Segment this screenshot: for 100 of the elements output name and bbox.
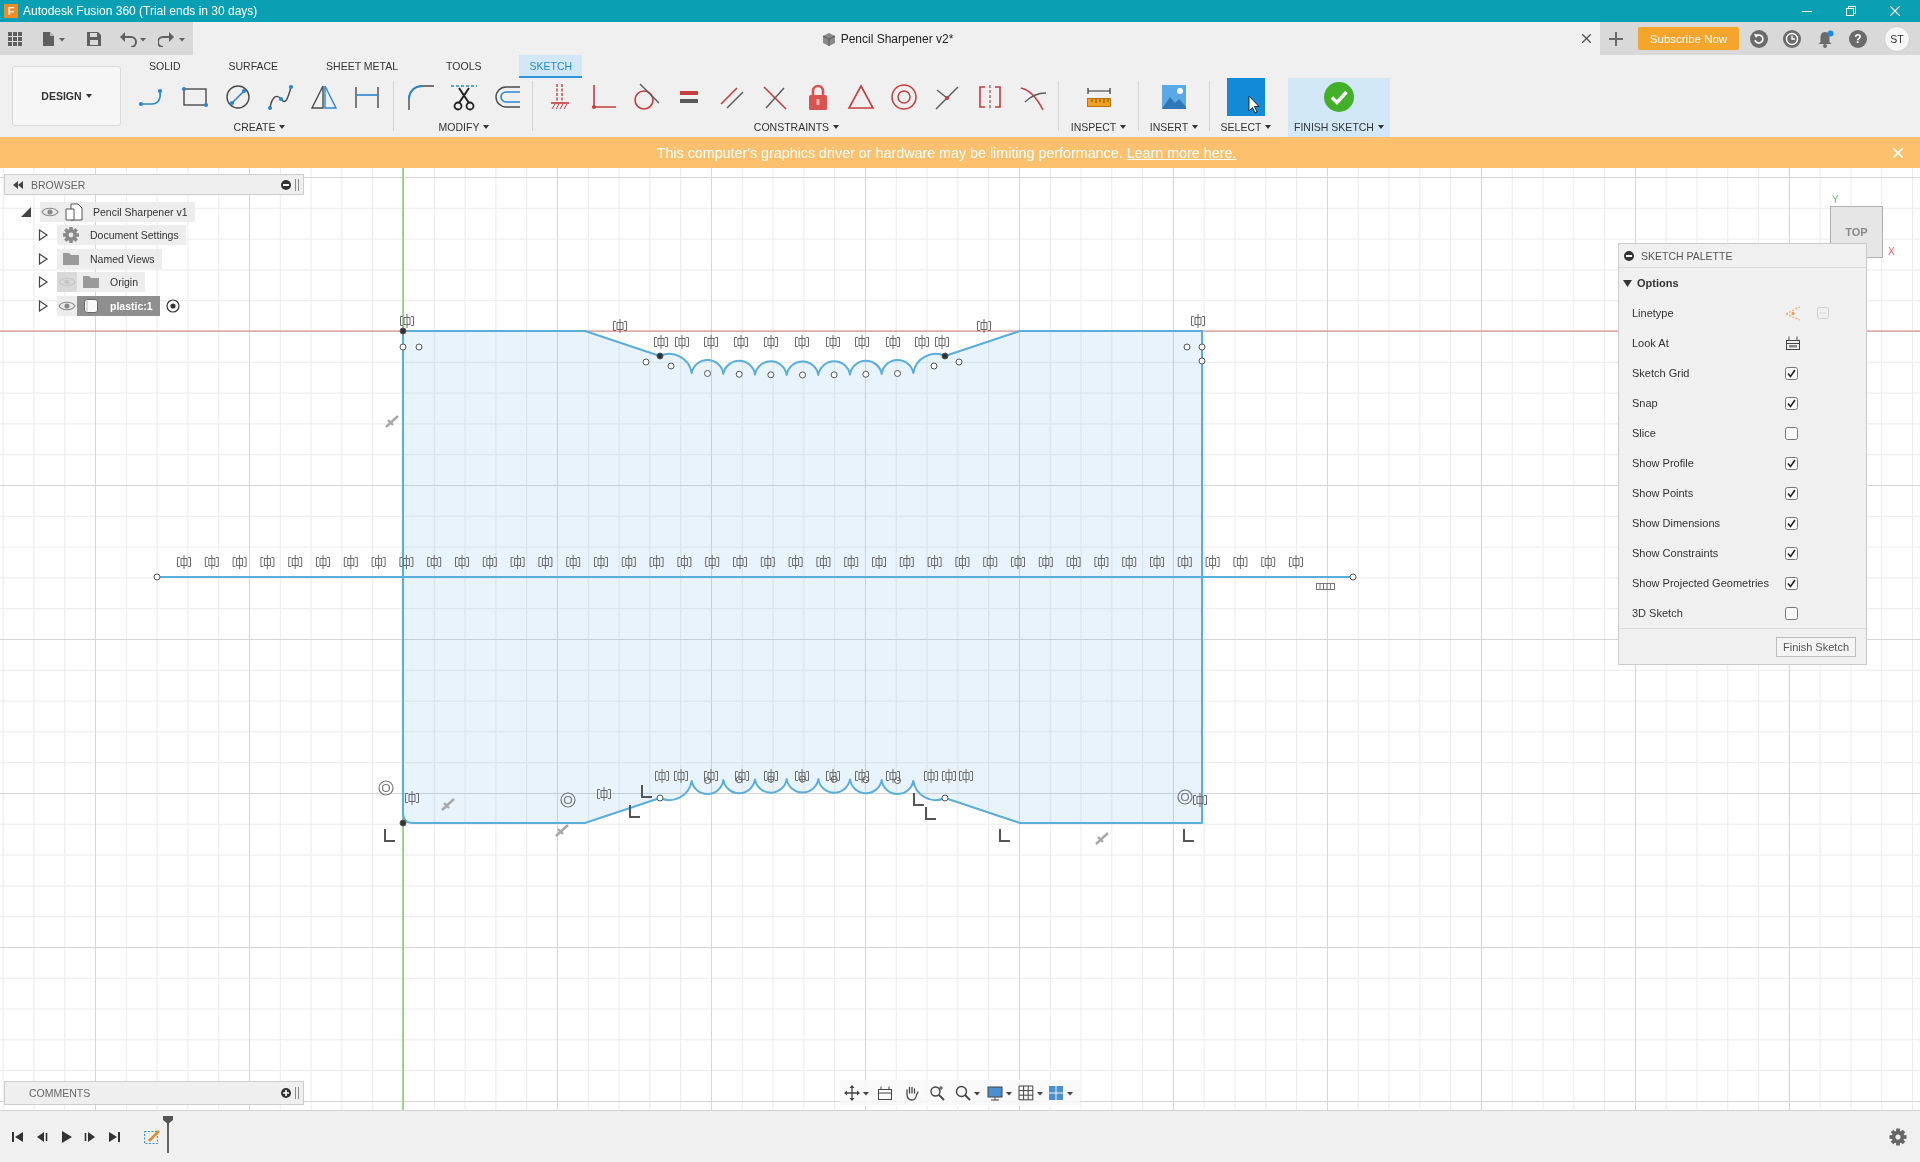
close-icon[interactable] bbox=[1582, 34, 1591, 43]
tree-item[interactable]: Pencil Sharpener v1 bbox=[60, 201, 195, 222]
checkbox[interactable] bbox=[1785, 606, 1798, 620]
group-menu-button[interactable]: MODIFY bbox=[438, 120, 490, 134]
group-menu-button[interactable]: SELECT bbox=[1220, 120, 1272, 134]
move-arrows-icon[interactable] bbox=[844, 1085, 870, 1101]
grid-display-icon[interactable] bbox=[1018, 1085, 1044, 1101]
apps-grid-icon[interactable] bbox=[8, 31, 22, 46]
image-icon[interactable] bbox=[1159, 82, 1189, 112]
concentric-icon bbox=[560, 792, 576, 808]
triangle-icon[interactable] bbox=[846, 82, 876, 112]
workspace-button[interactable]: DESIGN bbox=[12, 66, 121, 126]
checkbox[interactable] bbox=[1785, 546, 1798, 560]
expand-arrow-icon[interactable] bbox=[37, 276, 49, 289]
undo-dropdown-icon[interactable] bbox=[120, 30, 148, 47]
panel-title: SKETCH PALETTE bbox=[1641, 249, 1733, 262]
group-menu-button[interactable]: INSPECT bbox=[1070, 120, 1127, 134]
settings-icon[interactable] bbox=[1889, 1127, 1907, 1146]
look-at-icon[interactable] bbox=[1785, 335, 1801, 351]
document-tab-title[interactable]: Pencil Sharpener v2* bbox=[840, 31, 954, 46]
check-circle-icon[interactable] bbox=[1324, 82, 1354, 112]
sketch-point bbox=[704, 370, 711, 377]
option-label: Look At bbox=[1632, 337, 1670, 349]
option-label: Show Projected Geometries bbox=[1632, 577, 1770, 589]
eye-icon[interactable] bbox=[40, 201, 60, 222]
sketch-point bbox=[656, 794, 664, 802]
checkbox[interactable] bbox=[1785, 576, 1798, 590]
save-icon[interactable] bbox=[87, 31, 101, 46]
tangent-circle-icon[interactable] bbox=[631, 82, 661, 112]
skip-to-start-icon[interactable] bbox=[11, 1129, 25, 1144]
right-angle-icon bbox=[999, 828, 1011, 842]
plus-icon[interactable] bbox=[1609, 31, 1623, 46]
expand-arrow-icon[interactable] bbox=[37, 299, 49, 312]
checkbox[interactable] bbox=[1785, 396, 1798, 410]
bell-icon[interactable] bbox=[1816, 29, 1834, 48]
collapse-icon[interactable] bbox=[13, 180, 23, 189]
sketch-point bbox=[799, 775, 806, 783]
select-icon[interactable] bbox=[1227, 78, 1265, 116]
toolbar-tab[interactable]: SURFACE bbox=[218, 55, 289, 78]
zoom-icon[interactable] bbox=[929, 1085, 945, 1101]
file-dropdown-icon[interactable] bbox=[42, 30, 68, 47]
eye-icon[interactable] bbox=[57, 295, 77, 316]
restore-icon[interactable] bbox=[1846, 6, 1856, 16]
redo-dropdown-icon[interactable] bbox=[158, 30, 186, 47]
constraint-icon bbox=[675, 334, 689, 350]
checkbox[interactable] bbox=[1785, 426, 1798, 440]
pin-icon[interactable] bbox=[281, 179, 291, 190]
expand-arrow-icon[interactable] bbox=[20, 205, 32, 218]
sketch-point bbox=[767, 775, 775, 783]
constraint-icon bbox=[955, 554, 970, 570]
caret-icon bbox=[85, 94, 92, 98]
viewports-icon[interactable] bbox=[1048, 1085, 1074, 1101]
sketch-point bbox=[415, 343, 423, 351]
spline-icon[interactable] bbox=[266, 82, 296, 112]
sketch-point bbox=[704, 777, 711, 784]
user-avatar-button[interactable]: ST bbox=[1884, 25, 1910, 52]
help-button[interactable]: ? bbox=[1849, 29, 1867, 48]
group-menu-button[interactable]: INSERT bbox=[1149, 120, 1199, 134]
checkbox[interactable] bbox=[1785, 366, 1798, 380]
constraint-icon bbox=[613, 318, 627, 334]
toolbar-tab[interactable]: SHEET METAL bbox=[316, 55, 409, 78]
section-title[interactable]: Options bbox=[1637, 277, 1679, 289]
step-forward-icon[interactable] bbox=[83, 1129, 97, 1144]
finish-sketch-button[interactable]: Finish Sketch bbox=[1775, 636, 1856, 657]
scissors-icon[interactable] bbox=[449, 82, 479, 112]
grip-icon[interactable] bbox=[295, 1087, 299, 1099]
grip-icon[interactable] bbox=[295, 178, 299, 191]
display-icon[interactable] bbox=[987, 1085, 1013, 1101]
group-menu-button[interactable]: CONSTRAINTS bbox=[753, 120, 840, 134]
checkbox[interactable] bbox=[1785, 456, 1798, 470]
circle-icon[interactable] bbox=[223, 82, 253, 112]
toolbar-tab[interactable]: SOLID bbox=[139, 55, 191, 78]
checkbox[interactable] bbox=[1785, 516, 1798, 530]
sketch-point bbox=[399, 819, 407, 827]
hand-icon[interactable] bbox=[903, 1085, 919, 1101]
fillet-icon[interactable] bbox=[406, 82, 436, 112]
sketch-point bbox=[1349, 573, 1357, 581]
tree-item[interactable]: Origin bbox=[77, 272, 145, 293]
concentric-circles-icon[interactable] bbox=[889, 82, 919, 112]
step-back-icon[interactable] bbox=[35, 1129, 49, 1144]
skip-to-end-icon[interactable] bbox=[107, 1129, 121, 1144]
clock-icon[interactable] bbox=[1783, 29, 1801, 48]
timeline-marker-icon[interactable] bbox=[162, 1114, 174, 1153]
tree-item[interactable]: Document Settings bbox=[57, 225, 186, 246]
expand-arrow-icon[interactable] bbox=[1623, 278, 1632, 288]
expand-arrow-icon[interactable] bbox=[37, 229, 49, 242]
sync-icon[interactable] bbox=[1750, 29, 1768, 48]
look-at-icon[interactable] bbox=[877, 1085, 893, 1101]
expand-arrow-icon[interactable] bbox=[37, 252, 49, 265]
toolbar-tab[interactable]: TOOLS bbox=[436, 55, 492, 78]
checkbox[interactable] bbox=[1785, 486, 1798, 500]
plus-circle-icon[interactable] bbox=[281, 1088, 291, 1098]
zoom-window-icon[interactable] bbox=[955, 1085, 981, 1101]
minus-circle-icon[interactable] bbox=[1624, 250, 1634, 261]
tree-item[interactable]: Named Views bbox=[57, 248, 162, 269]
group-menu-button[interactable]: CREATE bbox=[233, 120, 286, 134]
play-icon[interactable] bbox=[59, 1129, 73, 1144]
option-label: Sketch Grid bbox=[1632, 367, 1691, 379]
target-icon[interactable] bbox=[165, 298, 180, 313]
constraint-icon bbox=[826, 334, 840, 350]
